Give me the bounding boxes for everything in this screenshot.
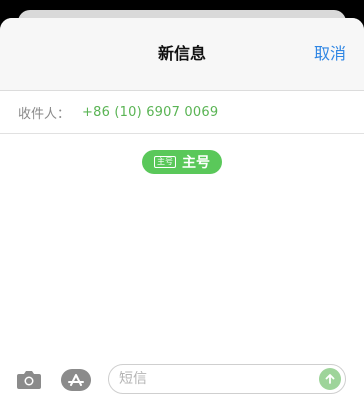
navigation-bar: 新信息 取消 bbox=[0, 18, 364, 91]
message-input-field[interactable] bbox=[108, 364, 346, 394]
screen: 新信息 取消 收件人： +86 (10) 6907 0069 主号 主号 bbox=[0, 0, 364, 400]
recipient-value[interactable]: +86 (10) 6907 0069 bbox=[82, 105, 218, 120]
sim-label: 主号 bbox=[182, 155, 210, 171]
sim-badge: 主号 bbox=[154, 156, 176, 168]
message-input[interactable] bbox=[119, 371, 299, 387]
send-arrow-icon[interactable] bbox=[319, 368, 341, 390]
camera-icon[interactable] bbox=[14, 365, 44, 395]
cancel-button[interactable]: 取消 bbox=[314, 40, 346, 64]
recipient-row[interactable]: 收件人： +86 (10) 6907 0069 bbox=[0, 91, 364, 134]
page-title: 新信息 bbox=[157, 44, 206, 63]
app-store-icon[interactable] bbox=[60, 365, 94, 395]
new-message-sheet: 新信息 取消 收件人： +86 (10) 6907 0069 主号 主号 bbox=[0, 18, 364, 400]
sim-selector-button[interactable]: 主号 主号 bbox=[142, 150, 222, 174]
recipient-label: 收件人： bbox=[18, 106, 71, 122]
compose-bar bbox=[0, 358, 364, 400]
